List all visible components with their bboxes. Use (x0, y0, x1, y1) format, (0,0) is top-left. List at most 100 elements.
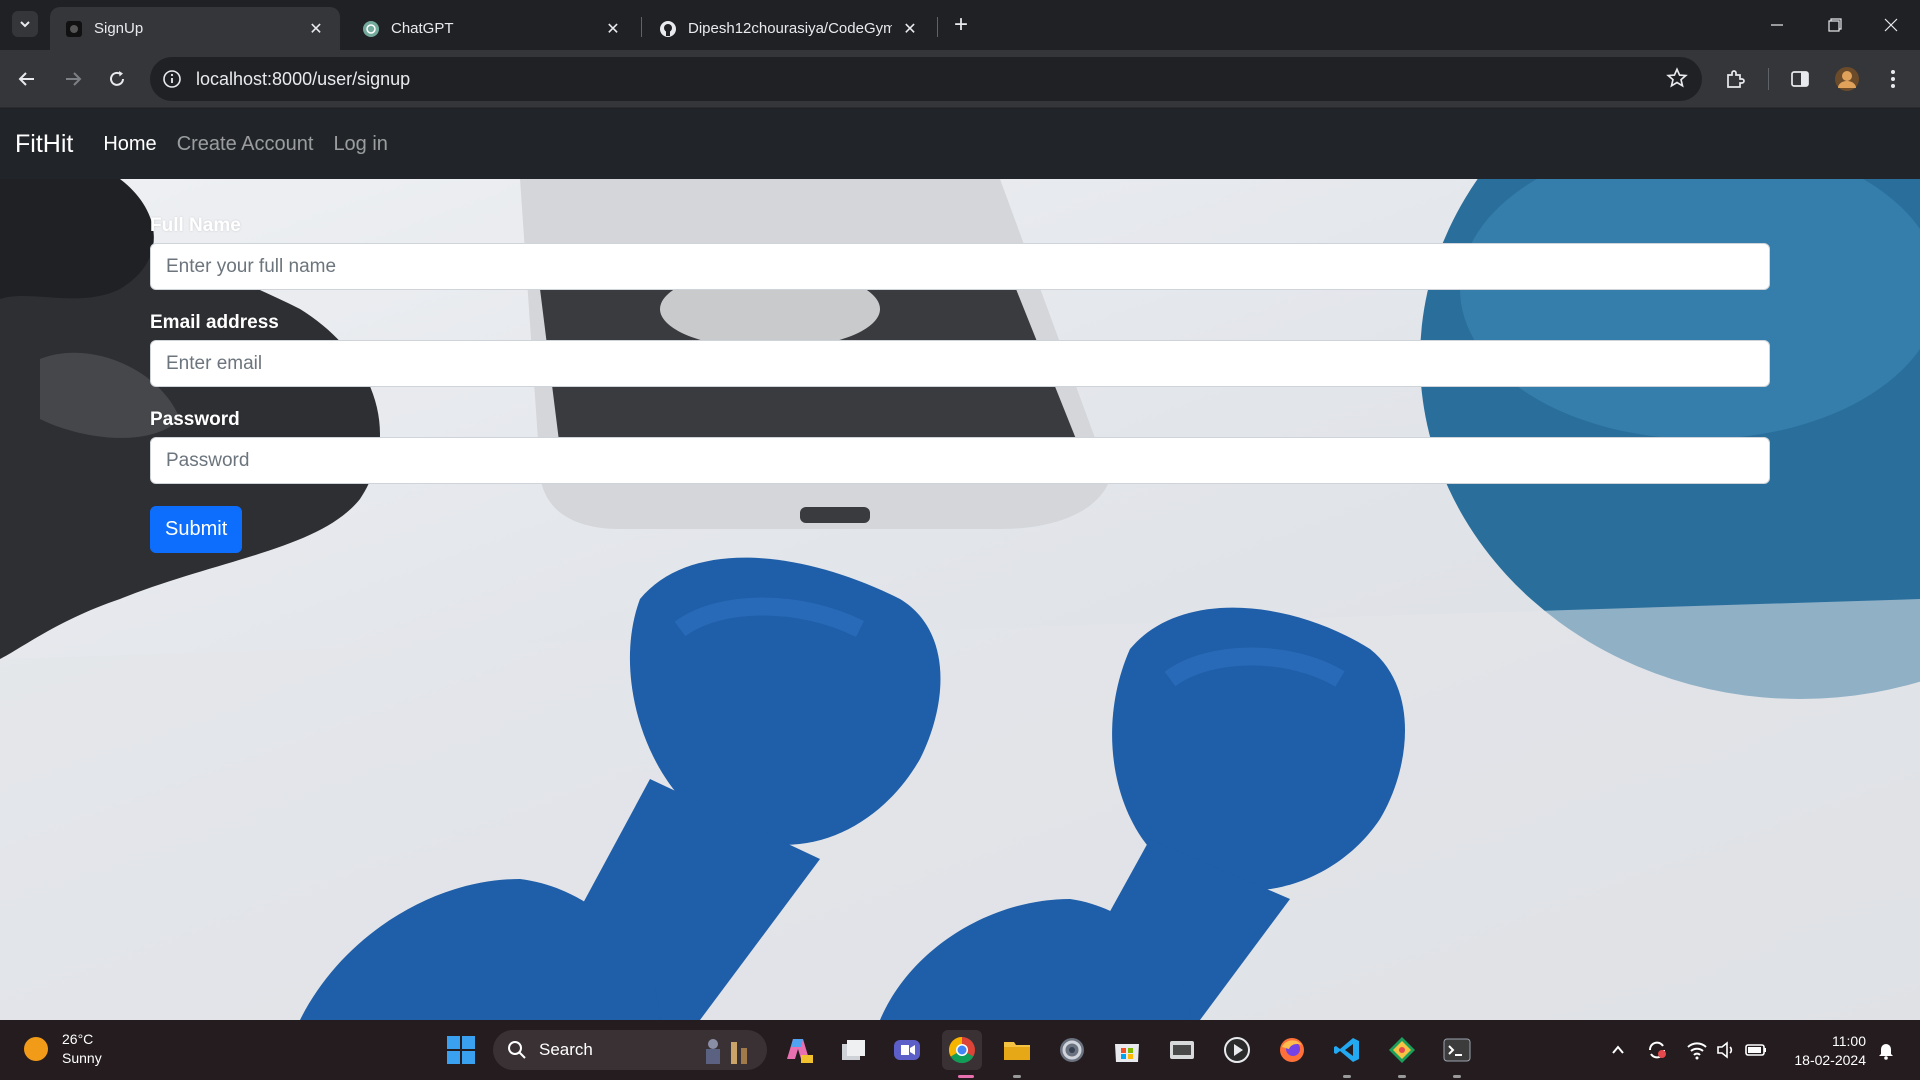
sun-icon (24, 1037, 48, 1061)
tab-signup[interactable]: SignUp ✕ (50, 7, 340, 50)
clock-time: 11:00 (1832, 1033, 1866, 1049)
meet-video-icon[interactable] (887, 1030, 927, 1070)
microsoft-store-icon[interactable] (1107, 1030, 1147, 1070)
address-bar[interactable]: localhost:8000/user/signup (150, 57, 1702, 101)
hero-background: Full Name Email address Password Submit (0, 179, 1920, 1020)
nav-link-create-account[interactable]: Create Account (177, 133, 314, 156)
site-info-icon[interactable] (150, 57, 194, 101)
side-panel-button[interactable] (1783, 62, 1817, 96)
chevron-down-icon (20, 21, 30, 28)
back-button[interactable] (10, 62, 44, 96)
windows-logo-icon (447, 1036, 475, 1064)
chevron-up-icon (1612, 1045, 1624, 1054)
nav-link-login[interactable]: Log in (333, 133, 388, 156)
volume-icon[interactable] (1714, 1038, 1738, 1062)
more-vertical-icon (1891, 70, 1895, 88)
copilot-taskbar-icon[interactable] (778, 1030, 818, 1070)
taskbar: 26°C Sunny Search 11:00 18-02-2024 (0, 1020, 1920, 1080)
settings-icon[interactable] (1052, 1030, 1092, 1070)
clock-date: 18-02-2024 (1794, 1052, 1866, 1068)
reload-button[interactable] (100, 62, 134, 96)
bookmark-star-icon[interactable] (1666, 67, 1688, 94)
email-group: Email address (150, 312, 1770, 387)
search-icon (508, 1041, 526, 1059)
password-label: Password (150, 409, 240, 430)
tab-title: SignUp (94, 20, 144, 37)
system-clock[interactable]: 11:00 18-02-2024 (1782, 1032, 1866, 1070)
puzzle-icon (1727, 70, 1745, 88)
tab-separator (641, 17, 642, 37)
nav-link-home[interactable]: Home (103, 133, 156, 156)
search-highlight-icon (706, 1039, 747, 1064)
tab-separator (937, 17, 938, 37)
profile-avatar[interactable] (1830, 62, 1864, 96)
side-panel-icon (1791, 71, 1809, 87)
chrome-taskbar-icon[interactable] (942, 1030, 982, 1070)
browser-menu-button[interactable] (1876, 62, 1910, 96)
taskbar-search[interactable]: Search (493, 1030, 767, 1070)
show-hidden-icons-button[interactable] (1606, 1038, 1630, 1062)
git-tool-icon[interactable] (1382, 1030, 1422, 1070)
url-text: localhost:8000/user/signup (196, 68, 411, 89)
running-indicator (1453, 1075, 1461, 1078)
browser-tab-strip: SignUp ✕ ChatGPT ✕ Dipesh12chourasiya/Co… (0, 0, 1920, 50)
browser-toolbar: localhost:8000/user/signup (0, 50, 1920, 108)
vscode-icon[interactable] (1327, 1030, 1367, 1070)
forward-button[interactable] (56, 62, 90, 96)
close-icon (1884, 18, 1898, 32)
snipping-tool-icon[interactable] (1162, 1030, 1202, 1070)
tab-title: Dipesh12chourasiya/CodeGym (688, 20, 892, 37)
minimize-button[interactable] (1748, 0, 1806, 50)
sync-icon[interactable] (1645, 1038, 1669, 1062)
page-viewport: FitHit Home Create Account Log in Full N… (0, 109, 1920, 1020)
password-group: Password (150, 409, 1770, 484)
search-label: Search (539, 1040, 593, 1059)
toolbar-divider (1768, 68, 1769, 90)
submit-button[interactable]: Submit (150, 506, 243, 553)
start-button[interactable] (441, 1030, 481, 1070)
reload-icon (110, 71, 124, 86)
running-indicator (1343, 1075, 1351, 1078)
file-explorer-icon[interactable] (997, 1030, 1037, 1070)
notification-bell-icon[interactable] (1874, 1038, 1898, 1062)
media-player-icon[interactable] (1217, 1030, 1257, 1070)
brand-logo[interactable]: FitHit (15, 130, 73, 159)
email-input[interactable] (150, 340, 1770, 387)
full-name-label: Full Name (150, 215, 241, 236)
close-tab-icon[interactable]: ✕ (900, 19, 920, 39)
arrow-left-icon (18, 72, 34, 86)
restore-icon (1828, 18, 1842, 32)
password-input[interactable] (150, 437, 1770, 484)
full-name-group: Full Name (150, 215, 1770, 290)
arrow-right-icon (66, 72, 82, 86)
terminal-icon[interactable] (1437, 1030, 1477, 1070)
tab-chatgpt[interactable]: ChatGPT ✕ (347, 7, 637, 50)
full-name-input[interactable] (150, 243, 1770, 290)
running-indicator (958, 1075, 974, 1078)
signup-form: Full Name Email address Password Submit (150, 215, 1770, 553)
running-indicator (1013, 1075, 1021, 1078)
weather-condition: Sunny (62, 1050, 102, 1066)
tab-search-button[interactable] (12, 11, 38, 37)
signup-favicon-icon (64, 19, 84, 39)
restore-button[interactable] (1806, 0, 1864, 50)
close-window-button[interactable] (1862, 0, 1920, 50)
weather-temp: 26°C (62, 1031, 94, 1047)
app-navbar: FitHit Home Create Account Log in (0, 109, 1920, 179)
extensions-button[interactable] (1718, 62, 1752, 96)
firefox-icon[interactable] (1272, 1030, 1312, 1070)
wifi-icon[interactable] (1685, 1038, 1709, 1062)
avatar-icon (1835, 67, 1859, 91)
chatgpt-favicon-icon (361, 19, 381, 39)
running-indicator (1398, 1075, 1406, 1078)
close-tab-icon[interactable]: ✕ (603, 19, 623, 39)
github-favicon-icon (658, 19, 678, 39)
task-view-icon[interactable] (833, 1030, 873, 1070)
tab-title: ChatGPT (391, 20, 454, 37)
tab-github[interactable]: Dipesh12chourasiya/CodeGym ✕ (644, 7, 934, 50)
email-label: Email address (150, 312, 279, 333)
close-tab-icon[interactable]: ✕ (306, 19, 326, 39)
weather-widget[interactable]: 26°C Sunny (24, 1030, 102, 1068)
new-tab-button[interactable]: + (948, 11, 974, 38)
battery-icon[interactable] (1744, 1038, 1768, 1062)
